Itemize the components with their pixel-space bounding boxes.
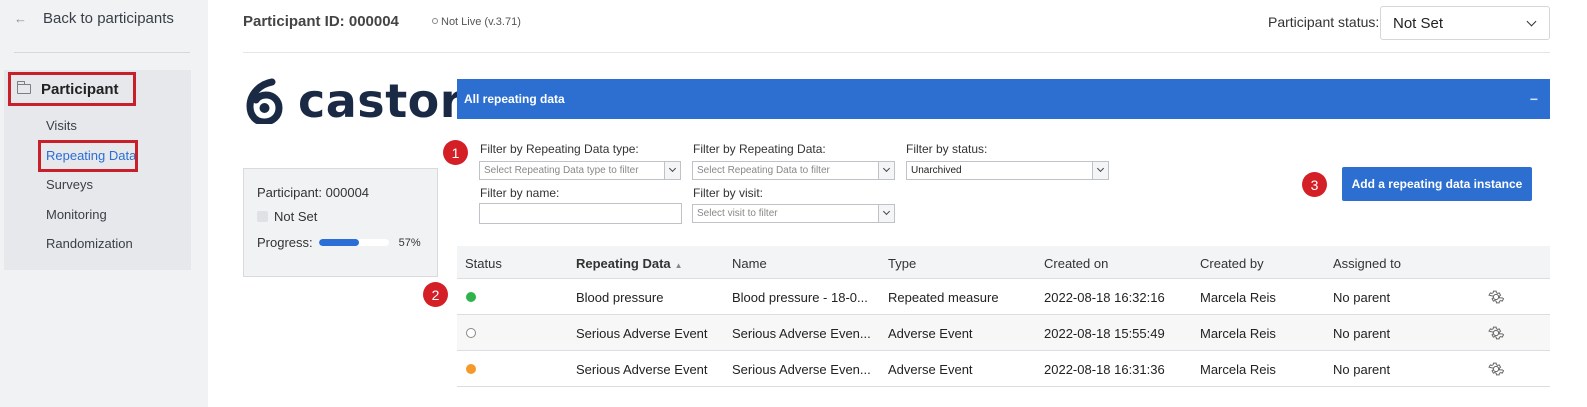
chevron-down-icon (878, 162, 894, 179)
sort-asc-icon: ▲ (674, 261, 683, 270)
column-header-created-on[interactable]: Created on (1044, 256, 1108, 271)
repeating-data-table: Status Repeating Data ▲ Name Type Created… (457, 246, 1550, 387)
filter-status-label: Filter by status: (906, 142, 988, 156)
chevron-down-icon (1092, 162, 1108, 179)
cell-created-by: Marcela Reis (1200, 362, 1276, 377)
cell-repeating-data: Blood pressure (576, 290, 664, 305)
column-header-status[interactable]: Status (465, 256, 502, 271)
highlight-box (38, 140, 138, 172)
cell-type: Adverse Event (888, 326, 973, 341)
status-square-icon (257, 211, 268, 222)
filter-type-select[interactable]: Select Repeating Data type to filter (479, 161, 681, 180)
filter-status-value: Unarchived (911, 165, 962, 176)
filter-type-label: Filter by Repeating Data type: (480, 142, 639, 156)
cell-type: Adverse Event (888, 362, 973, 377)
sidebar-item-label: Participant (41, 80, 119, 98)
participant-card-progress: Progress: 57% (257, 235, 421, 250)
castor-logo-icon (246, 78, 283, 124)
participant-status-select[interactable]: Not Set (1380, 6, 1550, 40)
castor-logo: castor (242, 74, 463, 128)
participant-status-label: Participant status: (1268, 14, 1380, 30)
header-divider (243, 52, 1550, 53)
annotation-badge-1: 1 (443, 140, 468, 165)
filter-type-placeholder: Select Repeating Data type to filter (484, 165, 639, 176)
participant-card-id: Participant: 000004 (257, 185, 370, 200)
filter-data-select[interactable]: Select Repeating Data to filter (692, 161, 895, 180)
sidebar-item-visits[interactable]: Visits (46, 118, 77, 133)
participant-card: Participant: 000004 Not Set Progress: 57… (243, 168, 438, 277)
cell-created-by: Marcela Reis (1200, 326, 1276, 341)
sidebar-item-surveys[interactable]: Surveys (46, 177, 93, 192)
filter-visit-label: Filter by visit: (693, 186, 764, 200)
cell-assigned-to: No parent (1333, 362, 1391, 377)
folder-icon (16, 81, 31, 94)
back-label: Back to participants (43, 10, 174, 27)
filter-name-input[interactable] (479, 203, 682, 224)
repeating-data-panel-header: All repeating data − (457, 79, 1550, 119)
participant-card-status: Not Set (257, 209, 317, 224)
participant-status-value: Not Set (1393, 14, 1444, 32)
cell-assigned-to: No parent (1333, 326, 1391, 341)
status-dot-icon (466, 364, 476, 374)
table-row[interactable]: Blood pressure Blood pressure - 18-0... … (457, 279, 1550, 315)
cell-repeating-data: Serious Adverse Event (576, 362, 708, 377)
participant-id-title: Participant ID: 000004 (243, 13, 399, 30)
progress-bar (318, 239, 389, 246)
back-to-participants-link[interactable]: ← Back to participants (14, 10, 174, 27)
cell-name: Blood pressure - 18-0... (732, 290, 868, 305)
annotation-badge-3: 3 (1302, 172, 1327, 197)
filter-data-label: Filter by Repeating Data: (693, 142, 826, 156)
cell-created-on: 2022-08-18 15:55:49 (1044, 326, 1165, 341)
cell-created-on: 2022-08-18 16:31:36 (1044, 362, 1165, 377)
cell-name: Serious Adverse Even... (732, 326, 871, 341)
column-header-type[interactable]: Type (888, 256, 916, 271)
progress-bar-fill (318, 239, 359, 246)
sidebar-item-randomization[interactable]: Randomization (46, 236, 133, 251)
live-state-text: Not Live (v.3.71) (441, 16, 521, 28)
collapse-icon[interactable]: − (1530, 91, 1538, 107)
progress-label: Progress: (257, 235, 313, 250)
chevron-down-icon (664, 162, 680, 179)
cell-repeating-data: Serious Adverse Event (576, 326, 708, 341)
gear-icon[interactable] (1487, 360, 1505, 378)
annotation-badge-2: 2 (423, 282, 448, 307)
cell-created-on: 2022-08-18 16:32:16 (1044, 290, 1165, 305)
chevron-down-icon (1526, 16, 1537, 26)
cell-type: Repeated measure (888, 290, 999, 305)
sidebar-item-participant[interactable]: Participant (8, 72, 136, 106)
cell-assigned-to: No parent (1333, 290, 1391, 305)
logo-text: castor (298, 74, 463, 128)
sidebar-item-monitoring[interactable]: Monitoring (46, 207, 107, 222)
table-row[interactable]: Serious Adverse Event Serious Adverse Ev… (457, 315, 1550, 351)
chevron-down-icon (878, 205, 894, 222)
table-header: Status Repeating Data ▲ Name Type Created… (457, 246, 1550, 279)
gear-icon[interactable] (1487, 288, 1505, 306)
column-header-label: Repeating Data (576, 256, 671, 271)
panel-title: All repeating data (464, 92, 565, 106)
column-header-assigned-to[interactable]: Assigned to (1333, 256, 1401, 271)
cell-name: Serious Adverse Even... (732, 362, 871, 377)
arrow-left-icon: ← (14, 11, 27, 26)
filter-visit-placeholder: Select visit to filter (697, 208, 778, 219)
gear-icon[interactable] (1487, 324, 1505, 342)
status-dot-icon (466, 328, 476, 338)
filter-status-select[interactable]: Unarchived (906, 161, 1109, 180)
sidebar: ← Back to participants Participant Visit… (0, 0, 208, 407)
circle-icon (432, 18, 438, 24)
participant-card-status-text: Not Set (274, 209, 318, 224)
column-header-name[interactable]: Name (732, 256, 767, 271)
column-header-repeating-data[interactable]: Repeating Data ▲ (576, 256, 683, 271)
table-row[interactable]: Serious Adverse Event Serious Adverse Ev… (457, 351, 1550, 387)
add-repeating-data-button[interactable]: Add a repeating data instance (1342, 167, 1532, 201)
filter-data-placeholder: Select Repeating Data to filter (697, 165, 830, 176)
cell-created-by: Marcela Reis (1200, 290, 1276, 305)
column-header-created-by[interactable]: Created by (1200, 256, 1264, 271)
live-state-badge: Not Live (v.3.71) (432, 16, 521, 28)
filter-name-label: Filter by name: (480, 186, 560, 200)
status-dot-icon (466, 292, 476, 302)
filter-visit-select[interactable]: Select visit to filter (692, 204, 895, 223)
sidebar-divider (14, 52, 190, 53)
progress-percent: 57% (398, 236, 421, 249)
